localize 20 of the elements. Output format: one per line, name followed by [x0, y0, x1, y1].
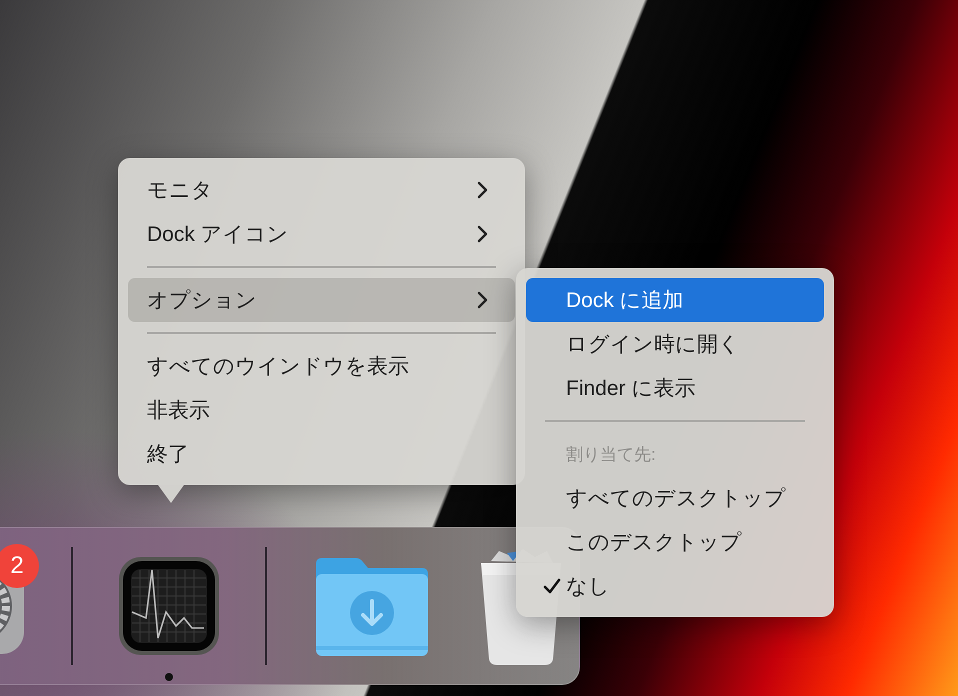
chevron-right-icon: [477, 181, 489, 199]
chevron-right-icon: [477, 225, 489, 243]
notification-badge: 2: [0, 544, 39, 588]
menu-item[interactable]: オプション: [128, 278, 515, 322]
heartbeat-monitor-icon: [118, 556, 220, 656]
checkmark-icon: [543, 577, 561, 595]
menu-item[interactable]: Finder に表示: [526, 366, 824, 410]
menu-item[interactable]: Dock アイコン: [128, 212, 515, 256]
menu-item[interactable]: モニタ: [128, 168, 515, 212]
menu-item[interactable]: Dock に追加: [526, 278, 824, 322]
section-header: 割り当て先:: [566, 444, 657, 466]
chevron-right-icon: [477, 291, 489, 309]
menu-item[interactable]: なし: [526, 564, 824, 608]
menu-item[interactable]: すべてのウインドウを表示: [128, 344, 515, 388]
running-indicator: [165, 673, 173, 681]
menu-item[interactable]: ログイン時に開く: [526, 322, 824, 366]
menu-item[interactable]: 非表示: [128, 388, 515, 432]
menu-item[interactable]: 終了: [128, 432, 515, 476]
menu-item[interactable]: このデスクトップ: [526, 520, 824, 564]
menu-item[interactable]: すべてのデスクトップ: [526, 476, 824, 520]
